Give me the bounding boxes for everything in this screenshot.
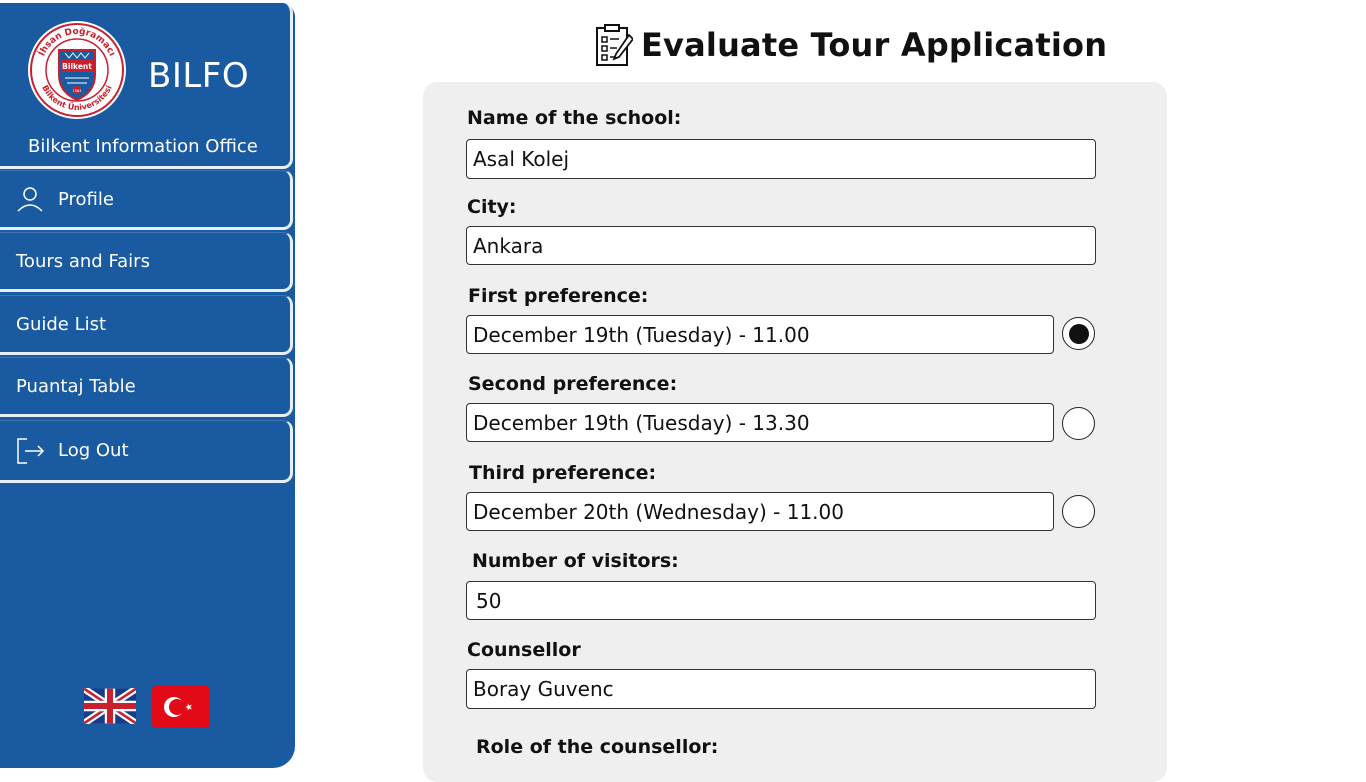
counsellor-role-label: Role of the counsellor: bbox=[476, 736, 719, 758]
radio-selected-dot bbox=[1068, 323, 1089, 344]
brand-header: İhsan Doğramacı Bilkent Üniversitesi Bil… bbox=[0, 3, 293, 169]
first-preference-radio[interactable] bbox=[1062, 317, 1095, 350]
page-title-text: Evaluate Tour Application bbox=[641, 26, 1108, 64]
sidebar-item-label: Tours and Fairs bbox=[16, 250, 150, 272]
logout-icon bbox=[15, 436, 45, 466]
city-label: City: bbox=[467, 196, 517, 218]
third-preference-radio[interactable] bbox=[1062, 495, 1095, 528]
bilkent-logo: İhsan Doğramacı Bilkent Üniversitesi Bil… bbox=[28, 21, 126, 119]
checklist-icon bbox=[596, 24, 633, 66]
second-preference-radio[interactable] bbox=[1062, 407, 1095, 440]
counsellor-field[interactable]: Boray Guvenc bbox=[466, 669, 1096, 709]
sidebar-item-tours-and-fairs[interactable]: Tours and Fairs bbox=[0, 232, 293, 292]
sidebar-item-label: Guide List bbox=[16, 313, 107, 335]
brand-subtitle: Bilkent Information Office bbox=[28, 136, 258, 157]
brand-name: BILFO bbox=[148, 56, 250, 96]
language-switcher bbox=[84, 686, 210, 728]
logo-year: 1984 bbox=[73, 89, 83, 93]
first-preference-field[interactable]: December 19th (Tuesday) - 11.00 bbox=[466, 315, 1054, 354]
english-flag-icon[interactable] bbox=[84, 688, 136, 724]
sidebar-item-log-out[interactable]: Log Out bbox=[0, 420, 293, 483]
sidebar-item-label: Puantaj Table bbox=[16, 375, 136, 397]
page-title: Evaluate Tour Application bbox=[595, 22, 1107, 68]
user-icon bbox=[15, 184, 45, 214]
counsellor-label: Counsellor bbox=[467, 639, 581, 661]
sidebar-item-label: Log Out bbox=[58, 440, 129, 461]
logo-center-text: Bilkent bbox=[62, 62, 92, 71]
second-preference-label: Second preference: bbox=[468, 373, 678, 395]
school-name-label: Name of the school: bbox=[467, 107, 682, 129]
sidebar: İhsan Doğramacı Bilkent Üniversitesi Bil… bbox=[0, 0, 296, 768]
second-preference-field[interactable]: December 19th (Tuesday) - 13.30 bbox=[466, 403, 1054, 442]
first-preference-label: First preference: bbox=[468, 285, 649, 307]
sidebar-item-profile[interactable]: Profile bbox=[0, 170, 293, 230]
visitors-field[interactable]: 50 bbox=[466, 581, 1096, 620]
third-preference-field[interactable]: December 20th (Wednesday) - 11.00 bbox=[466, 492, 1054, 531]
sidebar-item-guide-list[interactable]: Guide List bbox=[0, 295, 293, 355]
third-preference-label: Third preference: bbox=[469, 462, 657, 484]
city-field[interactable]: Ankara bbox=[466, 226, 1096, 265]
visitors-label: Number of visitors: bbox=[472, 550, 679, 572]
sidebar-item-puantaj-table[interactable]: Puantaj Table bbox=[0, 357, 293, 417]
school-name-field[interactable]: Asal Kolej bbox=[466, 139, 1096, 179]
sidebar-item-label: Profile bbox=[58, 188, 114, 210]
turkish-flag-icon[interactable] bbox=[152, 686, 210, 728]
